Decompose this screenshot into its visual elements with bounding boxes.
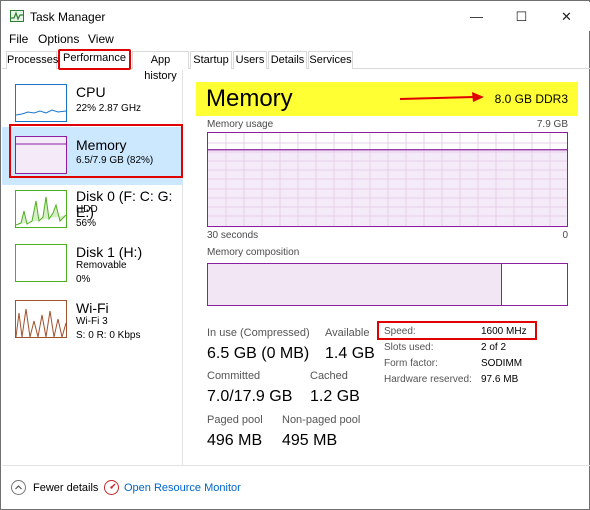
graph-time-left: 30 seconds bbox=[207, 230, 259, 241]
sidebar-item-disk1[interactable]: Disk 1 (H:) Removable 0% bbox=[2, 240, 183, 298]
sidebar-item-sub: Removable bbox=[76, 260, 127, 271]
tab-app-history[interactable]: App history bbox=[132, 51, 189, 82]
composition-in-use bbox=[208, 264, 503, 305]
tab-users[interactable]: Users bbox=[233, 51, 267, 69]
menu-bar: File Options View bbox=[2, 31, 590, 49]
tab-processes[interactable]: Processes bbox=[6, 51, 58, 69]
cpu-mini-graph bbox=[15, 84, 67, 122]
nonpaged-pool-label: Non-paged pool bbox=[282, 414, 361, 426]
paged-pool-value: 496 MB bbox=[207, 432, 263, 449]
memory-detail-panel: Memory 8.0 GB DDR3 Memory usage 7.9 GB 3… bbox=[184, 70, 590, 465]
hardware-reserved-value: 97.6 MB bbox=[481, 374, 519, 385]
available-value: 1.4 GB bbox=[325, 345, 375, 362]
sidebar-item-sub2: S: 0 R: 0 Kbps bbox=[76, 330, 141, 341]
memory-composition-bar bbox=[207, 263, 568, 306]
sidebar-item-sub2: 0% bbox=[76, 274, 91, 285]
task-manager-window: Task Manager — ☐ ✕ File Options View Pro… bbox=[0, 0, 590, 510]
memory-spec: 8.0 GB DDR3 bbox=[494, 92, 568, 106]
footer-bar: Fewer details Open Resource Monitor bbox=[2, 465, 590, 510]
page-title: Memory bbox=[206, 85, 293, 112]
slots-used-value: 2 of 2 bbox=[481, 342, 507, 353]
disk0-mini-graph bbox=[15, 190, 67, 228]
tab-services[interactable]: Services bbox=[308, 51, 353, 69]
fewer-details-link[interactable]: Fewer details bbox=[33, 482, 98, 494]
window-title: Task Manager bbox=[30, 10, 106, 24]
menu-view[interactable]: View bbox=[88, 32, 114, 46]
form-factor-label: Form factor: bbox=[384, 358, 438, 369]
cached-label: Cached bbox=[310, 370, 348, 382]
disk1-mini-graph bbox=[15, 244, 67, 282]
nonpaged-pool-value: 495 MB bbox=[282, 432, 338, 449]
memory-usage-max: 7.9 GB bbox=[536, 119, 568, 130]
annotation-arrow bbox=[400, 92, 484, 102]
memory-composition-label: Memory composition bbox=[207, 247, 300, 258]
sidebar-item-label: CPU bbox=[76, 84, 106, 100]
committed-value: 7.0/17.9 GB bbox=[207, 388, 293, 405]
committed-label: Committed bbox=[207, 370, 261, 382]
menu-file[interactable]: File bbox=[9, 32, 28, 46]
wifi-mini-graph bbox=[15, 300, 67, 338]
memory-header: Memory 8.0 GB DDR3 bbox=[196, 82, 578, 116]
cached-value: 1.2 GB bbox=[310, 388, 360, 405]
paged-pool-label: Paged pool bbox=[207, 414, 263, 426]
sidebar-item-sub2: 56% bbox=[76, 218, 97, 229]
minimize-button[interactable]: — bbox=[454, 2, 499, 31]
speed-highlight-frame bbox=[377, 321, 537, 340]
hardware-reserved-label: Hardware reserved: bbox=[384, 374, 472, 385]
sidebar-item-sub: HDD bbox=[76, 204, 98, 215]
tab-bar: Processes Performance App history Startu… bbox=[2, 49, 590, 82]
sidebar-item-wifi[interactable]: Wi-Fi Wi-Fi 3 S: 0 R: 0 Kbps bbox=[2, 296, 183, 354]
memory-usage-label: Memory usage bbox=[207, 119, 274, 130]
available-label: Available bbox=[325, 327, 370, 339]
tab-details[interactable]: Details bbox=[268, 51, 307, 69]
maximize-button[interactable]: ☐ bbox=[499, 2, 544, 31]
form-factor-value: SODIMM bbox=[481, 358, 523, 369]
title-bar: Task Manager — ☐ ✕ bbox=[2, 2, 590, 31]
close-button[interactable]: ✕ bbox=[544, 2, 589, 31]
sidebar-item-label: Disk 1 (H:) bbox=[76, 244, 143, 260]
task-manager-icon bbox=[10, 10, 24, 22]
sidebar-item-label: Wi-Fi bbox=[76, 300, 109, 316]
memory-usage-grid bbox=[208, 133, 567, 226]
sidebar-item-disk0[interactable]: Disk 0 (F: C: G: E:) HDD 56% bbox=[2, 182, 183, 240]
tab-startup[interactable]: Startup bbox=[190, 51, 232, 69]
in-use-value: 6.5 GB (0 MB) bbox=[207, 345, 310, 362]
memory-usage-graph bbox=[207, 132, 568, 227]
graph-time-right: 0 bbox=[562, 230, 568, 241]
slots-used-label: Slots used: bbox=[384, 342, 434, 353]
menu-options[interactable]: Options bbox=[38, 32, 79, 46]
resource-monitor-icon bbox=[104, 480, 119, 495]
tab-performance[interactable]: Performance bbox=[58, 49, 131, 70]
sidebar-item-sub: 22% 2.87 GHz bbox=[76, 103, 142, 114]
memory-highlight-frame bbox=[9, 124, 183, 178]
in-use-label: In use (Compressed) bbox=[207, 327, 310, 339]
open-resource-monitor-link[interactable]: Open Resource Monitor bbox=[124, 482, 241, 494]
sidebar-item-sub: Wi-Fi 3 bbox=[76, 316, 108, 327]
collapse-chevron-icon[interactable] bbox=[11, 480, 26, 495]
